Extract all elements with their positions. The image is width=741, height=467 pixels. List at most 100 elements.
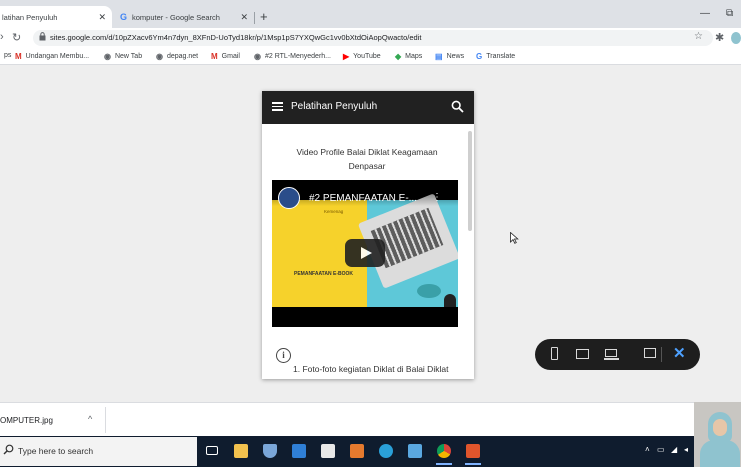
puzzle-icon[interactable] <box>347 441 367 461</box>
bookmark-item[interactable]: M Gmail <box>211 52 240 61</box>
google-icon: G <box>120 12 128 22</box>
person-body <box>700 440 740 467</box>
volume-icon[interactable]: ◂ <box>684 445 688 454</box>
forward-icon[interactable]: › <box>0 31 4 43</box>
info-icon[interactable]: i <box>276 348 291 363</box>
globe-icon: ◉ <box>156 52 163 61</box>
bookmark-label: Undangan Membu... <box>25 53 90 60</box>
bookmark-label: Gmail <box>221 53 240 60</box>
scrollbar[interactable] <box>468 131 472 231</box>
bookmark-label: Maps <box>405 53 423 60</box>
screen-icon[interactable] <box>405 441 425 461</box>
comment-icon[interactable] <box>643 347 657 362</box>
menu-icon[interactable] <box>272 102 283 111</box>
bookmark-star-icon[interactable]: ☆ <box>694 31 703 42</box>
battery-icon[interactable]: ▭ <box>657 445 665 454</box>
youtube-video-embed[interactable]: #2 PEMANFAATAN E-... ⋮ Kemenag PEMANFAAT… <box>272 180 458 327</box>
video-title[interactable]: #2 PEMANFAATAN E-... <box>309 193 417 204</box>
tab-strip: latihan Penyuluh ✕ G komputer - Google S… <box>0 0 741 28</box>
download-filename[interactable]: OMPUTER.jpg <box>0 416 53 425</box>
play-button-icon[interactable] <box>345 239 385 267</box>
section-heading: Video Profile Balai Diklat Keagamaan Den… <box>296 147 438 171</box>
close-icon[interactable]: ✕ <box>673 344 686 362</box>
tab-pelatihan[interactable]: latihan Penyuluh ✕ <box>0 6 112 28</box>
close-icon[interactable]: ✕ <box>240 12 248 23</box>
news-icon: ▤ <box>435 52 443 61</box>
restore-icon[interactable]: ⧉ <box>726 8 733 19</box>
bookmarks-bar: ps M Undangan Membu... ◉ New Tab ◉ depag.net M G… <box>0 48 741 65</box>
bookmark-label: ps <box>4 52 12 59</box>
tablet-icon[interactable] <box>576 347 590 362</box>
bookmark-label: New Tab <box>114 53 143 60</box>
bookmark-item[interactable]: ◆ Maps <box>395 52 422 61</box>
ship-icon[interactable] <box>260 441 280 461</box>
gmail-icon: M <box>15 52 22 61</box>
gmail-icon: M <box>211 52 218 61</box>
search-icon[interactable] <box>451 100 464 113</box>
bookmark-item[interactable]: ◉ New Tab <box>104 52 142 61</box>
network-icon[interactable]: ◢ <box>671 445 677 454</box>
divider <box>105 407 106 433</box>
mouse-image <box>417 284 441 298</box>
globe-icon: ◉ <box>104 52 111 61</box>
bookmark-item[interactable]: G Translate <box>476 52 515 61</box>
maps-icon: ◆ <box>395 52 402 61</box>
search-icon <box>3 444 14 455</box>
laptop-icon[interactable] <box>604 347 620 362</box>
tab-divider <box>254 12 255 24</box>
address-bar[interactable]: sites.google.com/d/10pZXacv6Ym4n7dyn_8XF… <box>33 30 713 46</box>
bookmark-label: Translate <box>486 53 516 60</box>
page-viewport: Pelatihan Penyuluh Video Profile Balai D… <box>0 65 741 402</box>
bookmark-label: #2 RTL-Menyederh... <box>264 53 331 60</box>
taskbar-search[interactable]: Type here to search <box>0 437 197 466</box>
video-bottom-bar <box>272 307 458 327</box>
bookmark-item[interactable]: ◉ #2 RTL-Menyederh... <box>254 52 331 61</box>
mail-icon[interactable] <box>289 441 309 461</box>
reload-icon[interactable]: ↻ <box>12 31 21 44</box>
chevron-up-icon[interactable]: ^ <box>88 414 92 424</box>
tab-title: latihan Penyuluh <box>2 12 58 22</box>
lock-icon <box>39 32 46 41</box>
close-icon[interactable]: ✕ <box>98 12 106 23</box>
red-app-icon[interactable] <box>463 441 483 465</box>
bookmark-item[interactable]: M Undangan Membu... <box>15 52 89 61</box>
channel-avatar[interactable] <box>278 187 300 209</box>
file-explorer-icon[interactable] <box>231 441 251 461</box>
download-shelf: OMPUTER.jpg ^ <box>0 402 741 436</box>
site-title: Pelatihan Penyuluh <box>291 101 378 112</box>
bookmark-label: depag.net <box>166 53 199 60</box>
edge-icon[interactable] <box>376 441 396 461</box>
bookmark-item[interactable]: ▤ News <box>435 52 464 61</box>
youtube-icon: ▶ <box>343 52 350 61</box>
tab-google-search[interactable]: G komputer - Google Search ✕ <box>114 6 254 28</box>
chrome-icon[interactable] <box>434 441 454 465</box>
browser-toolbar: › ↻ sites.google.com/d/10pZXacv6Ym4n7dyn… <box>0 28 741 48</box>
site-preview-phone: Pelatihan Penyuluh Video Profile Balai D… <box>262 91 474 379</box>
profile-avatar[interactable] <box>731 32 741 44</box>
tray-chevron-icon[interactable]: ˄ <box>645 445 650 454</box>
more-options-icon[interactable]: ⋮ <box>432 192 442 203</box>
phone-icon[interactable] <box>549 347 559 362</box>
device-preview-toolbar: ✕ <box>535 339 700 370</box>
person-face <box>713 419 727 436</box>
webcam-overlay <box>694 402 741 467</box>
bookmark-item[interactable]: ps <box>0 52 11 59</box>
bookmark-item[interactable]: ◉ depag.net <box>156 52 198 61</box>
list-item: 1. Foto-foto kegiatan Diklat di Balai Di… <box>293 364 449 374</box>
task-view-icon[interactable] <box>202 441 222 461</box>
bookmark-label: YouTube <box>353 53 381 60</box>
search-placeholder: Type here to search <box>18 446 94 456</box>
new-tab-icon[interactable]: + <box>260 9 268 24</box>
extensions-icon[interactable]: ✱ <box>715 31 724 44</box>
thumbnail-caption: PEMANFAATAN E-BOOK <box>294 271 353 277</box>
bookmark-item[interactable]: ▶ YouTube <box>343 52 381 61</box>
presenter-image <box>444 294 456 307</box>
channel-text: Kemenag <box>324 209 344 214</box>
minimize-icon[interactable]: — <box>700 8 710 19</box>
store-icon[interactable] <box>318 441 338 461</box>
site-header: Pelatihan Penyuluh <box>262 91 474 124</box>
tab-title: komputer - Google Search <box>132 12 220 22</box>
translate-icon: G <box>476 52 483 61</box>
windows-taskbar: Type here to search ˄ ▭ ◢ ◂ <box>0 436 694 467</box>
bookmark-label: News <box>446 53 465 60</box>
